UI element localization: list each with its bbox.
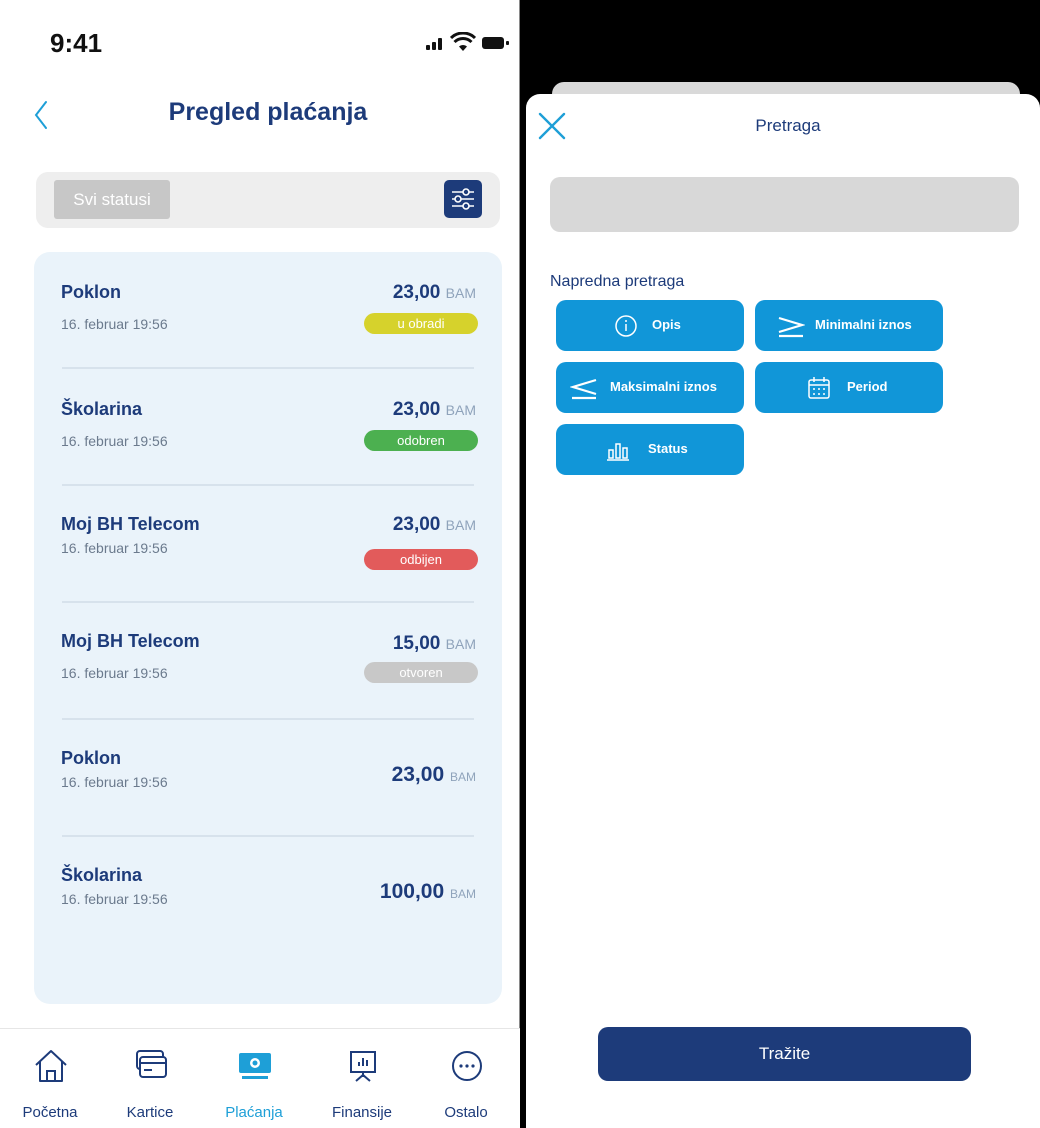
transaction-row[interactable]: Školarina 16. februar 19:56 23,00 BAM od… bbox=[34, 369, 502, 486]
home-icon bbox=[35, 1050, 67, 1082]
status-badge: odobren bbox=[364, 430, 478, 451]
chip-maksimalni-iznos[interactable]: Maksimalni iznos bbox=[556, 362, 744, 413]
header: Pregled plaćanja bbox=[0, 90, 520, 140]
transaction-date: 16. februar 19:56 bbox=[61, 774, 168, 790]
chip-label: Opis bbox=[652, 317, 681, 332]
transaction-name: Poklon bbox=[61, 748, 122, 768]
status-badge: u obradi bbox=[364, 313, 478, 334]
search-screen: Pretraga Napredna pretraga Opis Minimaln… bbox=[520, 0, 1040, 1128]
transaction-date: 16. februar 19:56 bbox=[61, 891, 168, 907]
transaction-amount: 100,00 BAM bbox=[380, 880, 476, 904]
nav-item-ostalo[interactable]: Ostalo bbox=[418, 1039, 514, 1123]
transaction-amount: 15,00 BAM bbox=[393, 633, 476, 655]
chip-label: Maksimalni iznos bbox=[610, 379, 717, 394]
transaction-name: Moj BH Telecom bbox=[61, 514, 200, 534]
bottom-nav: Početna Kartice Plaćanja Finansije Ostal… bbox=[0, 1028, 520, 1128]
transaction-name: Moj BH Telecom bbox=[61, 631, 200, 651]
advanced-search-label: Napredna pretraga bbox=[550, 273, 685, 290]
status-badge: odbijen bbox=[364, 549, 478, 570]
cards-icon bbox=[136, 1050, 167, 1078]
amount-currency: BAM bbox=[449, 770, 476, 784]
battery-icon bbox=[482, 37, 504, 49]
greater-equal-icon bbox=[778, 316, 805, 338]
chip-label: Period bbox=[847, 379, 888, 394]
search-input[interactable] bbox=[550, 177, 1019, 232]
status-bar: 9:41 bbox=[0, 0, 520, 80]
transaction-row[interactable]: Poklon 16. februar 19:56 23,00 BAM bbox=[34, 720, 502, 837]
nav-label: Kartice bbox=[126, 1104, 174, 1121]
amount-currency: BAM bbox=[445, 285, 476, 301]
signal-bar bbox=[432, 42, 436, 50]
status-filter-select[interactable]: Svi statusi bbox=[54, 180, 170, 219]
nav-label: Finansije bbox=[331, 1104, 393, 1121]
nav-item-finansije[interactable]: Finansije bbox=[314, 1039, 410, 1123]
transaction-row[interactable]: Moj BH Telecom 16. februar 19:56 23,00 B… bbox=[34, 486, 502, 603]
less-equal-icon bbox=[570, 378, 597, 400]
amount-value: 15,00 bbox=[392, 633, 441, 654]
payments-overview-screen: 9:41 Pregled plaćanja Svi statusi Poklon… bbox=[0, 0, 520, 1128]
filter-bar: Svi statusi bbox=[36, 172, 500, 228]
amount-currency: BAM bbox=[445, 517, 476, 533]
filter-button[interactable] bbox=[444, 180, 482, 218]
amount-value: 23,00 bbox=[391, 763, 445, 786]
transaction-name: Školarina bbox=[61, 399, 143, 419]
bar-chart-icon bbox=[607, 443, 629, 461]
nav-label: Početna bbox=[22, 1104, 78, 1121]
transaction-date: 16. februar 19:56 bbox=[61, 316, 168, 332]
chip-label: Minimalni iznos bbox=[815, 317, 912, 332]
amount-value: 23,00 bbox=[392, 514, 441, 535]
chip-label: Status bbox=[648, 441, 688, 456]
transaction-date: 16. februar 19:56 bbox=[61, 540, 168, 556]
search-submit-button[interactable]: Tražite bbox=[598, 1027, 971, 1081]
transaction-row[interactable]: Moj BH Telecom 16. februar 19:56 15,00 B… bbox=[34, 603, 502, 720]
transaction-date: 16. februar 19:56 bbox=[61, 665, 168, 681]
chip-status[interactable]: Status bbox=[556, 424, 744, 475]
status-icons bbox=[426, 32, 510, 54]
page-title: Pregled plaćanja bbox=[168, 98, 368, 126]
amount-currency: BAM bbox=[445, 402, 476, 418]
transaction-amount: 23,00 BAM bbox=[393, 399, 476, 421]
amount-currency: BAM bbox=[445, 636, 476, 652]
sheet-title: Pretraga bbox=[755, 116, 821, 135]
status-badge: otvoren bbox=[364, 662, 478, 683]
wifi-icon bbox=[450, 32, 476, 51]
transaction-row[interactable]: Školarina 16. februar 19:56 100,00 BAM bbox=[34, 837, 502, 954]
payments-icon bbox=[239, 1053, 271, 1079]
more-icon bbox=[452, 1051, 482, 1081]
transaction-name: Poklon bbox=[61, 282, 122, 302]
amount-value: 23,00 bbox=[392, 282, 441, 303]
transaction-amount: 23,00 BAM bbox=[393, 282, 476, 304]
chip-opis[interactable]: Opis bbox=[556, 300, 744, 351]
signal-bar bbox=[438, 38, 442, 50]
nav-item-pocetna[interactable]: Početna bbox=[2, 1039, 98, 1123]
amount-value: 23,00 bbox=[392, 399, 441, 420]
search-sheet: Pretraga Napredna pretraga Opis Minimaln… bbox=[526, 94, 1040, 1128]
nav-item-kartice[interactable]: Kartice bbox=[102, 1039, 198, 1123]
sliders-icon bbox=[452, 188, 474, 210]
nav-item-placanja[interactable]: Plaćanja bbox=[206, 1039, 302, 1123]
info-icon bbox=[615, 315, 637, 337]
transactions-list: Poklon 16. februar 19:56 23,00 BAM u obr… bbox=[34, 252, 502, 1004]
chip-period[interactable]: Period bbox=[755, 362, 943, 413]
transaction-amount: 23,00 BAM bbox=[392, 763, 476, 787]
transaction-date: 16. februar 19:56 bbox=[61, 433, 168, 449]
nav-label: Ostalo bbox=[444, 1104, 488, 1121]
nav-label: Plaćanja bbox=[225, 1104, 283, 1121]
calendar-icon bbox=[808, 377, 830, 399]
signal-icon bbox=[426, 45, 430, 50]
amount-value: 100,00 bbox=[379, 880, 445, 903]
finance-icon bbox=[350, 1051, 376, 1082]
status-time: 9:41 bbox=[50, 28, 103, 58]
transaction-amount: 23,00 BAM bbox=[393, 514, 476, 536]
chip-minimalni-iznos[interactable]: Minimalni iznos bbox=[755, 300, 943, 351]
transaction-row[interactable]: Poklon 16. februar 19:56 23,00 BAM u obr… bbox=[34, 252, 502, 369]
battery-tip bbox=[506, 41, 509, 45]
amount-currency: BAM bbox=[449, 887, 476, 901]
transaction-name: Školarina bbox=[61, 865, 143, 885]
